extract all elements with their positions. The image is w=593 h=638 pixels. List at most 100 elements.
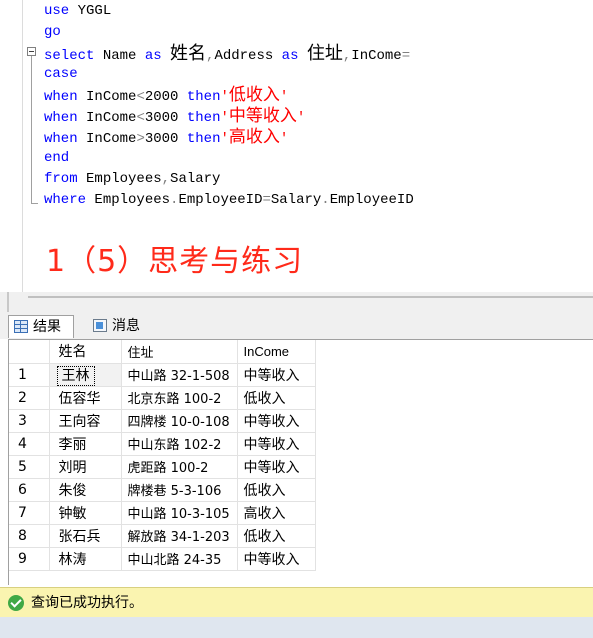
- cell-name[interactable]: 伍容华: [49, 386, 122, 410]
- cell-name[interactable]: 钟敏: [49, 501, 122, 525]
- row-number[interactable]: 7: [9, 501, 50, 525]
- row-number-text: 6: [18, 481, 27, 498]
- pane-splitter[interactable]: [0, 292, 593, 312]
- column-header-name[interactable]: 姓名: [49, 340, 122, 364]
- code-token: YGGL: [77, 3, 112, 19]
- cell-address[interactable]: 中山路 32-1-508: [121, 363, 238, 387]
- table-row[interactable]: 3 王向容 四牌楼 10-0-108 中等收入: [9, 409, 316, 433]
- code-token: ': [220, 89, 229, 105]
- code-line[interactable]: from Employees,Salary: [44, 169, 220, 190]
- code-token: EmployeeID: [329, 192, 414, 208]
- cell-income[interactable]: 低收入: [237, 386, 316, 410]
- row-number[interactable]: 9: [9, 547, 50, 571]
- code-line[interactable]: when InCome<3000 then'中等收入': [44, 106, 305, 127]
- tab-results[interactable]: 结果: [8, 315, 74, 338]
- column-header-income[interactable]: InCome: [237, 340, 316, 364]
- code-token: where: [44, 192, 95, 208]
- cell-income[interactable]: 低收入: [237, 478, 316, 502]
- messages-icon: [93, 319, 107, 332]
- tab-messages[interactable]: 消息: [88, 315, 150, 338]
- cell-address[interactable]: 中山北路 24-35: [121, 547, 238, 571]
- code-line[interactable]: go: [44, 22, 61, 43]
- cell-name-text: 林涛: [58, 551, 87, 568]
- cell-address-text: 北京东路 100-2: [127, 392, 222, 407]
- table-row[interactable]: 8 张石兵 解放路 34-1-203 低收入: [9, 524, 316, 548]
- row-number[interactable]: 2: [9, 386, 50, 410]
- sql-editor[interactable]: use YGGL go select Name as 姓名,Address as 住…: [0, 0, 593, 292]
- code-line[interactable]: select Name as 姓名,Address as 住址,InCome=: [44, 43, 410, 64]
- code-line[interactable]: when InCome<2000 then'低收入': [44, 85, 288, 106]
- code-token: Name: [102, 48, 145, 64]
- code-line[interactable]: where Employees.EmployeeID=Salary.Employ…: [44, 190, 414, 211]
- row-number[interactable]: 8: [9, 524, 50, 548]
- cell-income[interactable]: 中等收入: [237, 409, 316, 433]
- code-token: 3000: [144, 131, 187, 147]
- table-row[interactable]: 9 林涛 中山北路 24-35 中等收入: [9, 547, 316, 571]
- results-grid[interactable]: 姓名 住址 InCome 1 王林 中山路 32-1-508 中等收入 2 伍容华 北京东路…: [8, 339, 593, 585]
- column-header-address[interactable]: 住址: [121, 340, 238, 364]
- cell-address[interactable]: 虎距路 100-2: [121, 455, 238, 479]
- cell-name[interactable]: 王林: [49, 363, 122, 387]
- cell-address[interactable]: 北京东路 100-2: [121, 386, 238, 410]
- row-number-header[interactable]: [9, 340, 50, 364]
- row-number[interactable]: 1: [9, 363, 50, 387]
- code-token: ': [296, 110, 306, 126]
- code-token: 高收入: [228, 127, 280, 147]
- cell-income-text: 低收入: [243, 528, 286, 545]
- table-row[interactable]: 2 伍容华 北京东路 100-2 低收入: [9, 386, 316, 410]
- header-row: 姓名 住址 InCome: [9, 340, 316, 364]
- cell-address[interactable]: 中山路 10-3-105: [121, 501, 238, 525]
- cell-address[interactable]: 解放路 34-1-203: [121, 524, 238, 548]
- table-row[interactable]: 1 王林 中山路 32-1-508 中等收入: [9, 363, 316, 387]
- cell-income[interactable]: 中等收入: [237, 432, 316, 456]
- cell-address[interactable]: 四牌楼 10-0-108: [121, 409, 238, 433]
- code-token: when: [44, 110, 87, 126]
- code-line[interactable]: use YGGL: [44, 1, 111, 22]
- row-number[interactable]: 5: [9, 455, 50, 479]
- cell-name[interactable]: 林涛: [49, 547, 122, 571]
- cell-address-text: 虎距路 100-2: [127, 461, 209, 476]
- code-token: 3000: [144, 110, 187, 126]
- code-token: then: [186, 89, 221, 105]
- cell-name-text: 朱俊: [58, 482, 87, 499]
- status-bar: 查询已成功执行。: [0, 587, 593, 617]
- cell-income[interactable]: 高收入: [237, 501, 316, 525]
- cell-name-text: 刘明: [58, 459, 87, 476]
- outline-line: [31, 52, 32, 204]
- row-number-text: 5: [18, 458, 27, 475]
- cell-name[interactable]: 张石兵: [49, 524, 122, 548]
- cell-name[interactable]: 朱俊: [49, 478, 122, 502]
- code-line[interactable]: when InCome>3000 then'高收入': [44, 127, 288, 148]
- cell-income[interactable]: 低收入: [237, 524, 316, 548]
- row-number[interactable]: 4: [9, 432, 50, 456]
- table-row[interactable]: 5 刘明 虎距路 100-2 中等收入: [9, 455, 316, 479]
- cell-name[interactable]: 王向容: [49, 409, 122, 433]
- results-table: 姓名 住址 InCome 1 王林 中山路 32-1-508 中等收入 2 伍容华 北京东路…: [9, 340, 316, 571]
- code-line[interactable]: end: [44, 148, 69, 169]
- code-token: ': [220, 110, 229, 126]
- row-number[interactable]: 6: [9, 478, 50, 502]
- code-token: InCome: [351, 48, 402, 64]
- results-grid-icon: [14, 320, 28, 333]
- code-line[interactable]: case: [44, 64, 78, 85]
- cell-income[interactable]: 中等收入: [237, 455, 316, 479]
- collapse-icon[interactable]: [27, 47, 36, 56]
- cell-name[interactable]: 刘明: [49, 455, 122, 479]
- cell-name[interactable]: 李丽: [49, 432, 122, 456]
- code-token: <: [136, 89, 145, 105]
- row-number-text: 4: [18, 435, 27, 452]
- code-token: when: [44, 89, 87, 105]
- cell-address[interactable]: 中山东路 102-2: [121, 432, 238, 456]
- table-row[interactable]: 7 钟敏 中山路 10-3-105 高收入: [9, 501, 316, 525]
- code-token: <: [136, 110, 145, 126]
- cell-income[interactable]: 中等收入: [237, 547, 316, 571]
- splitter-handle[interactable]: [28, 296, 593, 298]
- cell-income[interactable]: 中等收入: [237, 363, 316, 387]
- table-row[interactable]: 4 李丽 中山东路 102-2 中等收入: [9, 432, 316, 456]
- row-number-text: 9: [18, 550, 27, 567]
- table-row[interactable]: 6 朱俊 牌楼巷 5-3-106 低收入: [9, 478, 316, 502]
- row-number[interactable]: 3: [9, 409, 50, 433]
- cell-address[interactable]: 牌楼巷 5-3-106: [121, 478, 238, 502]
- cell-address-text: 中山东路 102-2: [127, 438, 222, 453]
- cell-income-text: 中等收入: [243, 413, 300, 430]
